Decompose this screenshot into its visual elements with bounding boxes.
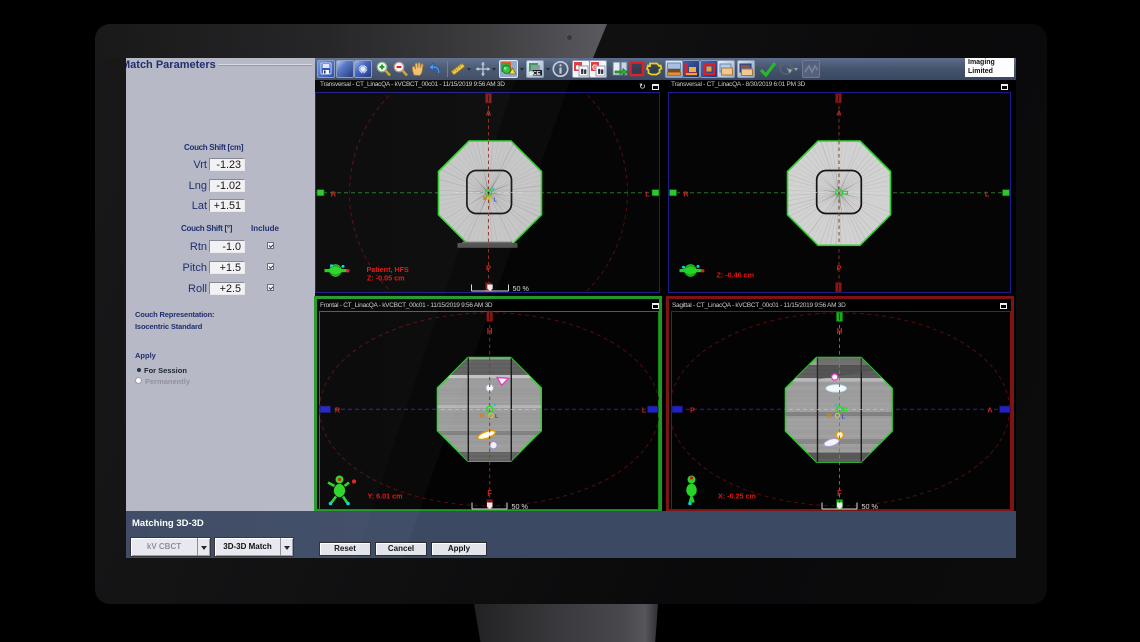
svg-text:R: R <box>683 189 689 198</box>
svg-text:M: M <box>479 414 484 420</box>
svg-text:Z: -0.05 cm: Z: -0.05 cm <box>367 274 405 283</box>
svg-text:L: L <box>985 189 990 198</box>
svg-text:A: A <box>836 109 842 118</box>
svg-text:Z: -0.46 cm: Z: -0.46 cm <box>717 271 755 280</box>
svg-text:X: -0.25 cm: X: -0.25 cm <box>718 492 756 501</box>
svg-text:H: H <box>486 327 492 336</box>
svg-text:P: P <box>836 264 841 273</box>
svg-text:R: R <box>331 189 337 198</box>
svg-text:H: H <box>836 327 842 336</box>
svg-text:SCE: SCE <box>529 71 541 77</box>
svg-text:F: F <box>837 489 842 498</box>
svg-text:A: A <box>486 109 492 118</box>
svg-text:L: L <box>645 189 650 198</box>
svg-text:P: P <box>486 264 491 273</box>
svg-text:P: P <box>689 406 694 415</box>
svg-text:50 %: 50 % <box>513 284 530 293</box>
svg-text:✺: ✺ <box>358 63 368 77</box>
svg-text:A: A <box>987 406 993 415</box>
svg-text:F: F <box>487 489 492 498</box>
svg-text:50 %: 50 % <box>861 502 878 510</box>
svg-text:R: R <box>334 406 340 415</box>
svg-text:M: M <box>826 414 831 420</box>
svg-text:Y: 6.01 cm: Y: 6.01 cm <box>367 492 402 501</box>
svg-text:L: L <box>641 406 646 415</box>
svg-text:50 %: 50 % <box>511 502 528 510</box>
